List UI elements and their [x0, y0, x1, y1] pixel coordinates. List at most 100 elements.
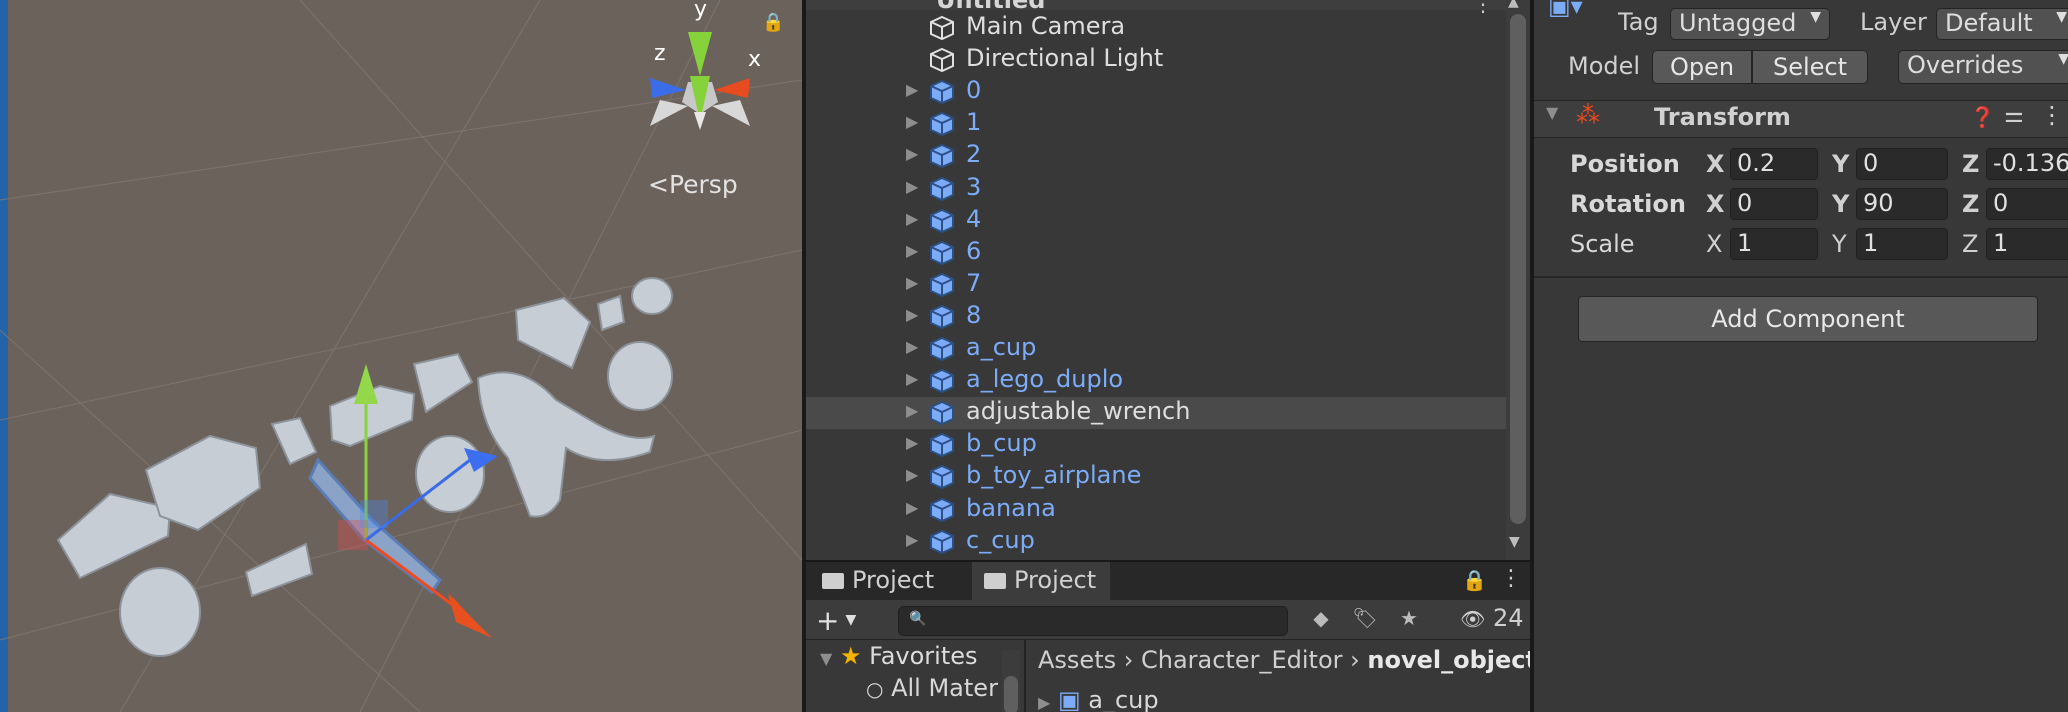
expand-arrow-icon[interactable]: ▶ — [906, 112, 918, 131]
scale-y-field[interactable]: 1 — [1856, 228, 1948, 260]
collapse-arrow-icon[interactable]: ▼ — [1546, 103, 1558, 122]
chevron-right-icon: › — [1123, 646, 1141, 674]
breadcrumb-novel-objects[interactable]: novel_objects — [1367, 646, 1551, 674]
hierarchy-item[interactable]: ▶ a_cup — [806, 333, 1506, 365]
help-icon[interactable]: ❓ — [1970, 105, 1995, 129]
position-x-field[interactable]: 0.2 — [1730, 148, 1818, 180]
scroll-up-arrow-icon[interactable]: ▲ — [1508, 0, 1519, 10]
prefab-cube-icon — [928, 110, 956, 138]
lock-icon[interactable]: 🔒 — [1462, 568, 1487, 592]
expand-arrow-icon[interactable]: ▶ — [906, 144, 918, 163]
hierarchy-item[interactable]: Directional Light — [806, 44, 1506, 76]
expand-arrow-icon: ▼ — [820, 649, 833, 668]
hierarchy-item[interactable]: Main Camera — [806, 12, 1506, 44]
expand-arrow-icon[interactable]: ▶ — [906, 433, 918, 452]
kebab-menu-icon[interactable]: ⋮ — [1500, 566, 1522, 591]
tab-project-2[interactable]: Project — [972, 562, 1111, 600]
expand-arrow-icon[interactable]: ▶ — [906, 498, 918, 517]
hierarchy-item[interactable]: ▶ banana — [806, 494, 1506, 526]
open-button[interactable]: Open — [1652, 50, 1752, 84]
hierarchy-item[interactable]: ▶ b_toy_airplane — [806, 461, 1506, 493]
position-z-field[interactable]: -0.136 — [1986, 148, 2068, 180]
expand-arrow-icon[interactable]: ▶ — [906, 401, 918, 420]
hierarchy-item[interactable]: ▶ adjustable_wrench — [806, 397, 1506, 430]
gizmo-z-label: z — [654, 41, 666, 66]
favorites-header[interactable]: ▼ ★ Favorites — [820, 642, 978, 670]
expand-arrow-icon[interactable]: ▶ — [906, 305, 918, 324]
hierarchy-item[interactable]: ▶ 4 — [806, 205, 1506, 237]
gameobject-cube-icon — [928, 46, 956, 74]
favorites-item-label: All Materials — [891, 674, 998, 702]
position-z-axis-label: Z — [1962, 150, 1980, 178]
hierarchy-item[interactable]: ▶ 8 — [806, 301, 1506, 333]
folder-icon — [984, 573, 1006, 589]
breadcrumb-character-editor[interactable]: Character_Editor — [1141, 646, 1343, 674]
asset-item[interactable]: ▶ ▣ a_cup — [1038, 686, 1159, 712]
expand-arrow-icon[interactable]: ▶ — [906, 337, 918, 356]
expand-arrow-icon[interactable]: ▶ — [906, 177, 918, 196]
scene-canvas[interactable]: y z x — [0, 0, 802, 712]
rotation-label: Rotation — [1570, 190, 1686, 218]
lock-icon[interactable]: 🔒 — [762, 12, 784, 33]
hidden-packages-toggle[interactable]: 👁 24 — [1460, 604, 1524, 632]
favorites-scroll-thumb[interactable] — [1004, 676, 1018, 712]
hierarchy-item-label: 7 — [966, 268, 982, 297]
project-panel: Project Project 🔒 ⋮ + ▼ 🔍 ◆ 🏷 ★ 👁 24 ▼ ★ … — [802, 560, 1551, 712]
rotation-z-field[interactable]: 0 — [1986, 188, 2068, 220]
expand-arrow-icon[interactable]: ▶ — [906, 369, 918, 388]
expand-arrow-icon[interactable]: ▶ — [906, 209, 918, 228]
hierarchy-item-label: 8 — [966, 300, 982, 329]
hierarchy-item-label: 0 — [966, 76, 982, 105]
star-icon: ★ — [839, 642, 862, 670]
breadcrumb-assets[interactable]: Assets — [1038, 646, 1116, 674]
hierarchy-item[interactable]: ▶ 7 — [806, 269, 1506, 301]
expand-arrow-icon[interactable]: ▶ — [906, 273, 918, 292]
folder-icon — [822, 573, 844, 589]
add-component-button[interactable]: Add Component — [1578, 296, 2038, 342]
favorites-item-all-materials[interactable]: ○ All Materials — [866, 674, 998, 702]
presets-sliders-icon[interactable]: ⚌ — [2004, 103, 2024, 128]
transform-header[interactable]: ▼ ⁂ Transform ❓ ⚌ ⋮ — [1534, 100, 2068, 138]
expand-arrow-icon[interactable]: ▶ — [906, 530, 918, 549]
scale-y-axis-label: Y — [1832, 230, 1847, 258]
hierarchy-item-label: c_cup — [966, 525, 1035, 554]
asset-label: a_cup — [1088, 686, 1159, 712]
tag-dropdown[interactable]: Untagged ▼ — [1670, 8, 1830, 40]
scene-view[interactable]: y z x 🔒 <Persp — [0, 0, 802, 712]
hierarchy-item[interactable]: ▶ b_cup — [806, 429, 1506, 461]
create-plus-dropdown[interactable]: + ▼ — [816, 604, 856, 637]
hierarchy-item[interactable]: ▶ c_cup — [806, 526, 1506, 558]
select-button[interactable]: Select — [1752, 50, 1868, 84]
favorites-star-icon[interactable]: ★ — [1390, 606, 1428, 636]
rotation-x-axis-label: X — [1706, 190, 1725, 218]
expand-arrow-icon[interactable]: ▶ — [906, 80, 918, 99]
hierarchy-item[interactable]: ▶ 1 — [806, 108, 1506, 140]
hierarchy-item-label: a_lego_duplo — [966, 365, 1124, 394]
scale-z-field[interactable]: 1 — [1986, 228, 2068, 260]
overrides-dropdown[interactable]: Overrides ▼ — [1898, 50, 2068, 84]
rotation-y-field[interactable]: 90 — [1856, 188, 1948, 220]
scale-x-field[interactable]: 1 — [1730, 228, 1818, 260]
hierarchy-scene-header[interactable]: Untitled — [806, 0, 1506, 14]
position-y-field[interactable]: 0 — [1856, 148, 1948, 180]
prefab-cube-icon — [928, 399, 956, 427]
hierarchy-item[interactable]: ▶ 0 — [806, 76, 1506, 108]
expand-arrow-icon[interactable]: ▶ — [906, 241, 918, 260]
rotation-x-field[interactable]: 0 — [1730, 188, 1818, 220]
search-input[interactable]: 🔍 — [898, 606, 1288, 636]
expand-arrow-icon[interactable]: ▶ — [906, 465, 918, 484]
filter-by-label-icon[interactable]: 🏷 — [1346, 606, 1384, 636]
hierarchy-item[interactable]: ▶ 6 — [806, 237, 1506, 269]
scroll-down-arrow-icon[interactable]: ▼ — [1509, 534, 1520, 550]
projection-toggle[interactable]: <Persp — [648, 170, 738, 199]
hierarchy-item[interactable]: ▶ 2 — [806, 140, 1506, 172]
hierarchy-item[interactable]: ▶ a_lego_duplo — [806, 365, 1506, 397]
layer-dropdown[interactable]: Default ▼ — [1936, 8, 2068, 40]
kebab-menu-icon[interactable]: ⋮ — [2040, 101, 2064, 129]
filter-by-type-icon[interactable]: ◆ — [1302, 606, 1340, 636]
hierarchy-scroll-thumb[interactable] — [1510, 14, 1526, 524]
prefab-cube-icon — [928, 528, 956, 556]
tab-project-1[interactable]: Project — [810, 562, 948, 600]
hierarchy-item-label: Directional Light — [966, 44, 1164, 73]
hierarchy-item[interactable]: ▶ 3 — [806, 173, 1506, 205]
